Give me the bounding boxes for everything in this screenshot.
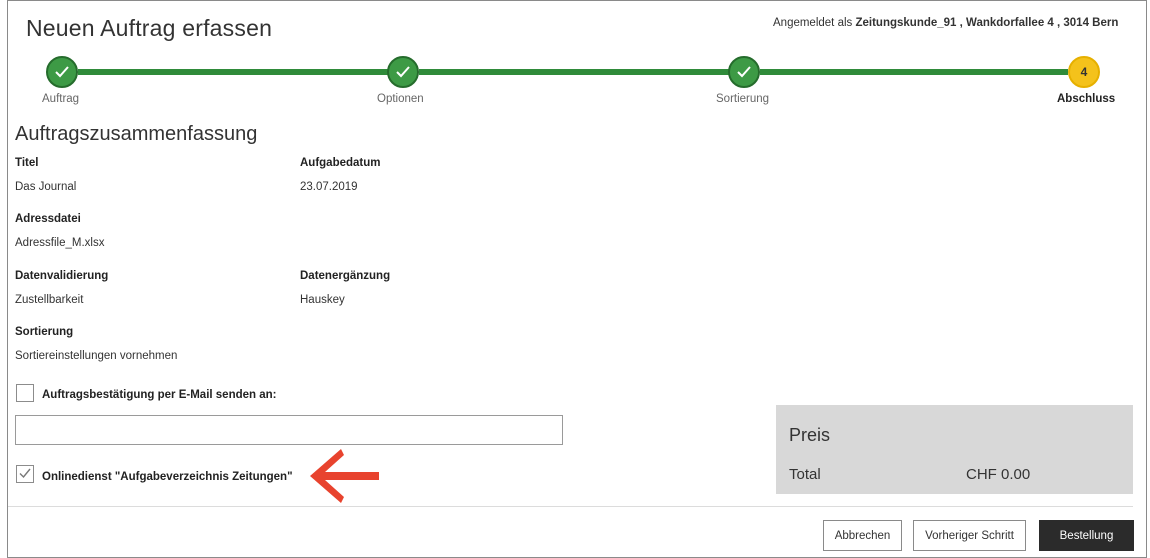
sortierung-label: Sortierung [15,326,74,338]
step-3-circle[interactable] [728,56,760,88]
aufgabedatum-label: Aufgabedatum [300,157,381,169]
login-prefix: Angemeldet als [773,17,853,29]
price-title: Preis [789,425,831,445]
section-title: Auftragszusammenfassung [15,123,258,145]
email-confirmation-label[interactable]: Auftragsbestätigung per E-Mail senden an… [42,389,277,401]
adressdatei-value: Adressfile_M.xlsx [15,237,105,249]
price-panel: Preis Total CHF 0.00 [776,405,1133,494]
previous-step-button[interactable]: Vorheriger Schritt [913,520,1026,551]
cancel-button[interactable]: Abbrechen [823,520,902,551]
email-confirmation-checkbox[interactable] [16,384,34,402]
email-field[interactable] [15,415,563,445]
step-label-optionen[interactable]: Optionen [377,93,424,105]
step-label-auftrag[interactable]: Auftrag [42,93,79,105]
check-icon [737,66,751,78]
login-user: Zeitungskunde_91 , Wankdorfallee 4 , 301… [855,17,1119,29]
datenergaenzung-label: Datenergänzung [300,270,391,282]
sortierung-value: Sortiereinstellungen vornehmen [15,350,178,362]
step-label-sortierung[interactable]: Sortierung [716,93,769,105]
total-label: Total [789,466,821,483]
step-connector [419,69,729,75]
online-service-checkbox[interactable] [16,465,34,483]
check-icon [55,66,69,78]
page-title: Neuen Auftrag erfassen [26,15,273,41]
progress-stepper: 4 Auftrag Optionen Sortierung Abschluss [0,52,1150,112]
step-4-number: 4 [1080,65,1088,79]
titel-label: Titel [15,157,39,169]
step-4-circle: 4 [1068,56,1100,88]
adressdatei-label: Adressdatei [15,213,81,225]
step-1-circle[interactable] [46,56,78,88]
datenergaenzung-value: Hauskey [300,294,345,306]
datenvalidierung-value: Zustellbarkeit [15,294,84,306]
step-connector [760,69,1068,75]
total-value: CHF 0.00 [966,466,1031,483]
step-label-abschluss: Abschluss [1057,93,1116,105]
datenvalidierung-label: Datenvalidierung [15,270,109,282]
step-2-circle[interactable] [387,56,419,88]
step-connector [78,69,388,75]
aufgabedatum-value: 23.07.2019 [300,181,358,193]
login-info: Angemeldet als Zeitungskunde_91 , Wankdo… [773,15,1123,32]
online-service-label[interactable]: Onlinedienst "Aufgabeverzeichnis Zeitung… [42,471,293,483]
order-button[interactable]: Bestellung [1039,520,1134,551]
titel-value: Das Journal [15,181,77,193]
check-icon [396,66,410,78]
arrow-left-icon [310,449,379,503]
footer-divider [8,506,1133,507]
checkmark-icon [19,468,31,479]
